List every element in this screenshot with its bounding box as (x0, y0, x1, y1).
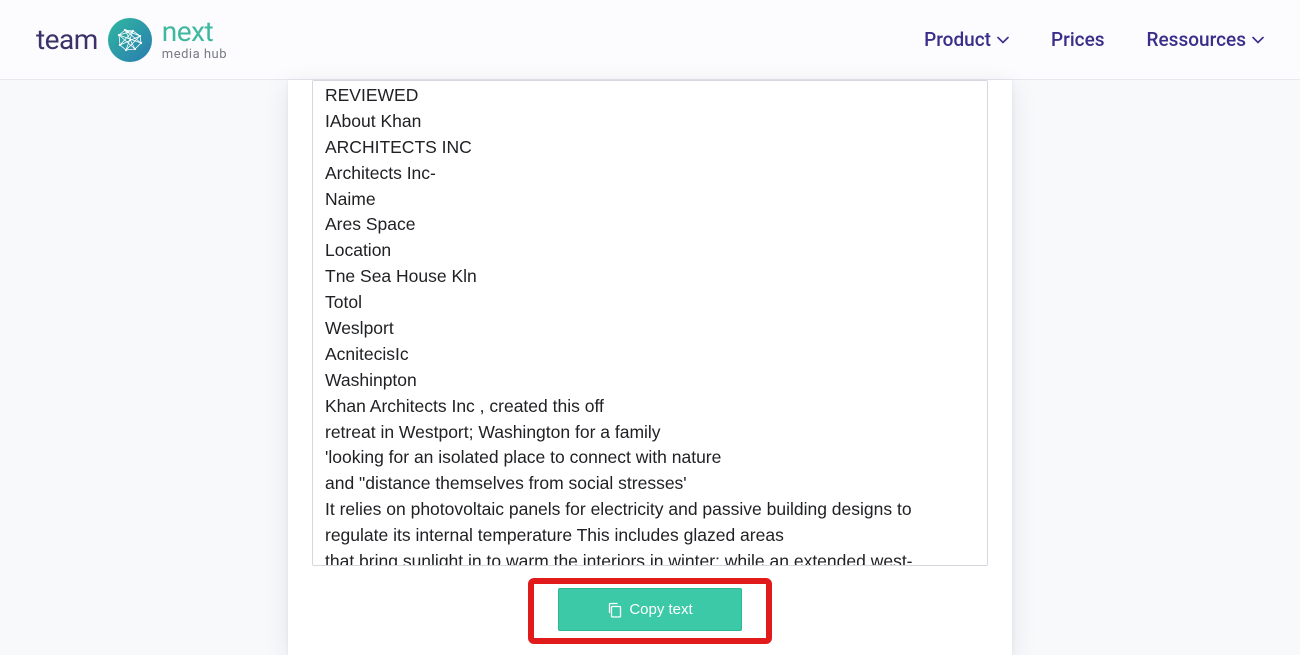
main-nav: Product Prices Ressources (924, 28, 1264, 51)
header: team next media hub Product (0, 0, 1300, 80)
nav-prices[interactable]: Prices (1051, 28, 1105, 51)
logo-icon (108, 18, 152, 62)
nav-product[interactable]: Product (924, 28, 1009, 51)
content-area: Copy text (0, 80, 1300, 655)
chevron-down-icon (1252, 36, 1264, 44)
copy-text-button[interactable]: Copy text (558, 588, 741, 631)
chevron-down-icon (997, 36, 1009, 44)
logo-text-next: next (162, 18, 227, 46)
nav-resources-label: Ressources (1147, 28, 1246, 51)
copy-icon (607, 602, 623, 618)
nav-prices-label: Prices (1051, 28, 1105, 51)
logo[interactable]: team next media hub (36, 18, 227, 62)
button-row: Copy text (312, 588, 988, 631)
extracted-text-box[interactable] (312, 80, 988, 566)
logo-text-team: team (36, 23, 98, 56)
copy-button-label: Copy text (629, 601, 692, 618)
nav-product-label: Product (924, 28, 991, 51)
logo-subtitle: media hub (162, 48, 227, 61)
result-card: Copy text (288, 80, 1012, 655)
nav-resources[interactable]: Ressources (1147, 28, 1264, 51)
